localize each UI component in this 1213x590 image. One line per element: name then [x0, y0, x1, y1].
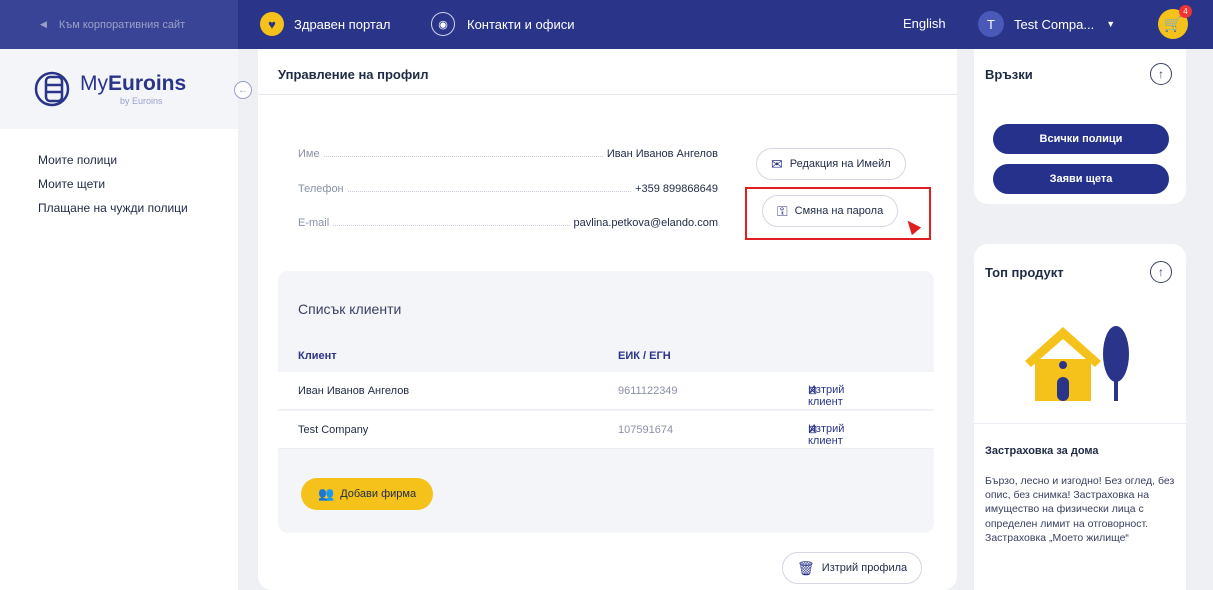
- avatar: T: [978, 11, 1004, 37]
- delete-profile-label: Изтрий профила: [821, 562, 908, 574]
- client-name: Иван Иванов Ангелов: [298, 385, 410, 397]
- cart-badge: 4: [1179, 5, 1192, 18]
- heart-pulse-icon: ♥: [260, 12, 284, 36]
- phone-value: +359 899868649: [635, 183, 718, 195]
- clients-panel: Списък клиенти Клиент ЕИК / ЕГН Иван Ива…: [278, 271, 934, 533]
- clients-title: Списък клиенти: [298, 301, 402, 317]
- email-label: E-mail: [298, 217, 330, 229]
- top-product-card: Топ продукт ↑ Застраховка за дома Бързо,…: [974, 244, 1186, 590]
- column-client: Клиент: [298, 350, 337, 362]
- divider: [258, 94, 957, 95]
- contacts-link[interactable]: ◉ Контакти и офиси: [431, 12, 575, 36]
- corporate-site-label: Към корпоративния сайт: [58, 18, 186, 31]
- edit-email-label: Редакция на Имейл: [789, 158, 891, 170]
- client-eik: 107591674: [618, 424, 674, 436]
- sidebar: MyEuroins by Euroins Моите полици Моите …: [0, 49, 238, 590]
- table-row: Иван Иванов Ангелов 9611122349 ⊠ Изтрий …: [278, 372, 934, 410]
- sidebar-nav: Моите полици Моите щети Плащане на чужди…: [0, 129, 238, 215]
- chevron-down-icon: ▼: [1106, 19, 1116, 29]
- logo[interactable]: MyEuroins by Euroins: [0, 49, 238, 129]
- all-policies-button[interactable]: Всички полици: [993, 124, 1169, 154]
- corporate-site-link[interactable]: ◀ Към корпоративния сайт: [0, 0, 238, 49]
- profile-card: Управление на профил Име Иван Иванов Анг…: [258, 49, 957, 590]
- dotted-leader: [347, 191, 632, 192]
- phone-row: Телефон +359 899868649: [298, 183, 718, 195]
- health-portal-label: Здравен портал: [294, 16, 391, 32]
- sidebar-item-my-claims[interactable]: Моите щети: [38, 177, 238, 191]
- back-arrow-icon: ◀: [40, 19, 47, 29]
- phone-label: Телефон: [298, 183, 344, 195]
- dotted-leader: [323, 156, 603, 157]
- trash-icon: 🗑: [797, 559, 815, 576]
- name-row: Име Иван Иванов Ангелов: [298, 148, 718, 160]
- arrow-left-icon: ←: [238, 84, 248, 96]
- sidebar-item-my-policies[interactable]: Моите полици: [38, 153, 238, 167]
- edit-mail-icon: ✉: [771, 155, 783, 172]
- email-value: pavlina.petkova@elando.com: [573, 217, 718, 229]
- highlight-box: [745, 187, 931, 240]
- client-name: Test Company: [298, 424, 369, 436]
- delete-profile-button[interactable]: 🗑 Изтрий профила: [782, 552, 923, 584]
- client-eik: 9611122349: [618, 385, 678, 397]
- contacts-label: Контакти и офиси: [467, 16, 575, 32]
- cart-button[interactable]: 🛒 4: [1158, 5, 1192, 39]
- cart-icon: 🛒: [1163, 16, 1183, 33]
- column-eik: ЕИК / ЕГН: [618, 350, 671, 362]
- product-name[interactable]: Застраховка за дома: [985, 445, 1099, 457]
- collapse-sidebar-button[interactable]: ←: [234, 81, 252, 99]
- language-switch[interactable]: English: [903, 16, 946, 31]
- table-row: Test Company 107591674 ⊠ Изтрий клиент: [278, 411, 934, 449]
- arrow-up-icon[interactable]: ↑: [1150, 261, 1172, 283]
- dotted-leader: [333, 225, 570, 226]
- arrow-up-icon[interactable]: ↑: [1150, 63, 1172, 85]
- health-portal-link[interactable]: ♥ Здравен портал: [260, 12, 391, 36]
- name-label: Име: [298, 148, 320, 160]
- user-name: Test Compa...: [1014, 16, 1095, 32]
- page-title: Управление на профил: [278, 67, 429, 82]
- email-row: E-mail pavlina.petkova@elando.com: [298, 217, 718, 229]
- sidebar-item-pay-other-policies[interactable]: Плащане на чужди полици: [38, 201, 238, 215]
- user-menu[interactable]: T Test Compa... ▼: [978, 11, 1115, 37]
- links-title: Връзки: [985, 67, 1033, 82]
- top-product-title: Топ продукт: [985, 265, 1064, 280]
- top-bar: ◀ Към корпоративния сайт ♥ Здравен порта…: [0, 0, 1213, 49]
- edit-email-button[interactable]: ✉ Редакция на Имейл: [756, 148, 906, 180]
- product-description: Бързо, лесно и изгодно! Без оглед, без о…: [985, 475, 1175, 544]
- add-user-icon: 👥: [318, 486, 335, 501]
- add-company-button[interactable]: 👥 Добави фирма: [301, 478, 434, 510]
- euroins-logo-icon: [34, 71, 70, 107]
- name-value: Иван Иванов Ангелов: [606, 148, 718, 160]
- logo-subtitle: by Euroins: [120, 96, 163, 106]
- clients-table-header: Клиент ЕИК / ЕГН: [278, 342, 934, 370]
- logo-text: MyEuroins: [80, 72, 187, 95]
- file-claim-button[interactable]: Заяви щета: [993, 164, 1169, 194]
- house-tree-icon: [1025, 326, 1129, 401]
- add-company-label: Добави фирма: [340, 488, 417, 500]
- location-pin-icon: ◉: [431, 12, 455, 36]
- divider: [974, 423, 1186, 424]
- links-card: Връзки ↑ Всички полици Заяви щета: [974, 49, 1186, 204]
